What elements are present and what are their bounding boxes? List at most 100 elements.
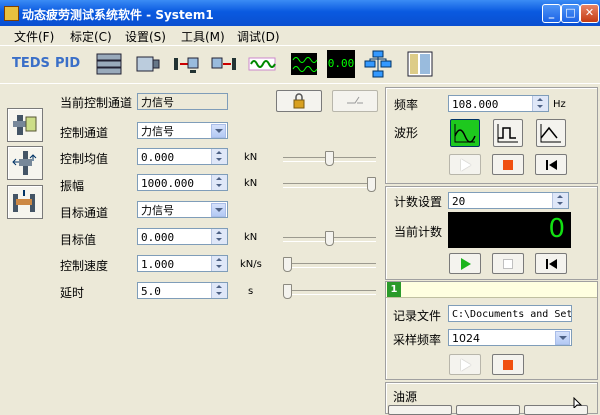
square-wave-icon bbox=[497, 124, 518, 143]
amplitude-input[interactable]: 1000.000 bbox=[137, 174, 228, 191]
slider-thumb[interactable] bbox=[367, 177, 376, 192]
square-wave-button[interactable] bbox=[493, 119, 523, 147]
count-setting-value: 20 bbox=[452, 195, 466, 208]
current-channel-value: 力信号 bbox=[141, 96, 174, 109]
menu-bar: 文件(F) 标定(C) 设置(S) 工具(M) 调试(D) bbox=[0, 26, 600, 45]
record-tab-strip: 1 bbox=[386, 282, 597, 298]
output-transfer-icon[interactable] bbox=[210, 50, 238, 78]
chevron-down-icon[interactable] bbox=[211, 203, 226, 217]
menu-file[interactable]: 文件(F) bbox=[14, 28, 54, 45]
chevron-down-icon[interactable] bbox=[211, 124, 226, 138]
record-file-input[interactable]: C:\Documents and Sett bbox=[448, 305, 572, 322]
control-mean-slider[interactable] bbox=[283, 151, 376, 166]
nav-hydraulic-button[interactable] bbox=[7, 108, 43, 142]
target-value-unit: kN bbox=[244, 232, 258, 243]
sample-rate-value: 1024 bbox=[452, 332, 480, 345]
pid-button[interactable]: PID bbox=[55, 56, 80, 71]
spinner-icon[interactable] bbox=[211, 149, 227, 164]
spinner-icon[interactable] bbox=[211, 283, 227, 298]
menu-tools[interactable]: 工具(M) bbox=[181, 28, 225, 45]
frequency-input[interactable]: 108.000 bbox=[448, 95, 549, 112]
minimize-button[interactable]: _ bbox=[542, 4, 561, 23]
spinner-icon[interactable] bbox=[211, 175, 227, 190]
switch-channel-button[interactable] bbox=[332, 90, 378, 112]
play-icon bbox=[461, 257, 471, 270]
count-stop-button[interactable] bbox=[492, 253, 524, 274]
control-channel-label: 控制通道 bbox=[60, 126, 109, 140]
layout-icon[interactable] bbox=[406, 50, 434, 78]
slider-thumb[interactable] bbox=[325, 231, 334, 246]
sine-wave-button[interactable] bbox=[450, 119, 480, 147]
target-value-slider[interactable] bbox=[283, 231, 376, 246]
wave-start-button[interactable] bbox=[449, 154, 481, 175]
oscilloscope-icon[interactable] bbox=[290, 50, 318, 78]
menu-calibrate[interactable]: 标定(C) bbox=[70, 28, 112, 45]
wave-stop-button[interactable] bbox=[492, 154, 524, 175]
control-channel-value: 力信号 bbox=[141, 125, 174, 138]
control-mean-input[interactable]: 0.000 bbox=[137, 148, 228, 165]
record-tab[interactable]: 1 bbox=[387, 282, 401, 297]
target-value-input[interactable]: 0.000 bbox=[137, 228, 228, 245]
record-start-button[interactable] bbox=[449, 354, 481, 375]
control-speed-slider[interactable] bbox=[283, 257, 376, 272]
lock-button[interactable] bbox=[276, 90, 322, 112]
switch-icon bbox=[347, 96, 363, 104]
maximize-button[interactable]: □ bbox=[561, 4, 580, 23]
rewind-icon bbox=[546, 258, 557, 269]
spinner-icon[interactable] bbox=[532, 96, 548, 111]
wave-reset-button[interactable] bbox=[535, 154, 567, 175]
oil-source-button-1[interactable] bbox=[388, 405, 452, 415]
spinner-icon[interactable] bbox=[552, 193, 568, 208]
control-mean-value: 0.000 bbox=[141, 151, 175, 164]
slider-thumb[interactable] bbox=[325, 151, 334, 166]
spinner-icon[interactable] bbox=[211, 229, 227, 244]
counter-panel: 计数设置 20 当前计数 0 bbox=[385, 186, 598, 280]
network-icon[interactable] bbox=[364, 50, 392, 78]
menu-debug[interactable]: 调试(D) bbox=[237, 28, 280, 45]
toolbar: TEDS PID 0.00 bbox=[0, 45, 600, 84]
control-speed-input[interactable]: 1.000 bbox=[137, 255, 228, 272]
digital-display-button[interactable]: 0.00 bbox=[327, 50, 355, 78]
amplitude-label: 振幅 bbox=[60, 179, 85, 193]
chevron-down-icon[interactable] bbox=[555, 331, 570, 345]
waveform-icon[interactable] bbox=[248, 50, 276, 78]
connector-icon[interactable] bbox=[134, 50, 162, 78]
control-channel-select[interactable]: 力信号 bbox=[137, 122, 228, 139]
target-channel-select[interactable]: 力信号 bbox=[137, 201, 228, 218]
lock-icon bbox=[293, 93, 305, 109]
count-reset-button[interactable] bbox=[535, 253, 567, 274]
delay-input[interactable]: 5.0 bbox=[137, 282, 228, 299]
slider-thumb[interactable] bbox=[283, 257, 292, 272]
mouse-cursor-icon bbox=[573, 397, 583, 408]
oil-source-button-2[interactable] bbox=[456, 405, 520, 415]
record-stop-button[interactable] bbox=[492, 354, 524, 375]
menu-settings[interactable]: 设置(S) bbox=[125, 28, 166, 45]
target-value-value: 0.000 bbox=[141, 231, 175, 244]
current-channel-label: 当前控制通道 bbox=[60, 96, 133, 110]
slider-thumb[interactable] bbox=[283, 284, 292, 299]
sample-rate-select[interactable]: 1024 bbox=[448, 329, 572, 346]
ramp-wave-button[interactable] bbox=[536, 119, 566, 147]
io-transfer-icon[interactable] bbox=[172, 50, 200, 78]
record-file-value: C:\Documents and Sett bbox=[452, 309, 572, 320]
frequency-value: 108.000 bbox=[452, 98, 499, 111]
spinner-icon[interactable] bbox=[211, 256, 227, 271]
close-button[interactable]: ✕ bbox=[580, 4, 599, 23]
stop-icon bbox=[503, 159, 513, 170]
delay-slider[interactable] bbox=[283, 284, 376, 299]
count-start-button[interactable] bbox=[449, 253, 481, 274]
oil-source-panel: 油源 bbox=[385, 382, 598, 415]
server-icon[interactable] bbox=[95, 50, 123, 78]
teds-button[interactable]: TEDS bbox=[12, 56, 50, 71]
sine-wave-icon bbox=[454, 124, 476, 143]
count-setting-input[interactable]: 20 bbox=[448, 192, 569, 209]
count-setting-label: 计数设置 bbox=[394, 195, 443, 209]
delay-label: 延时 bbox=[60, 286, 85, 300]
fixture-icon bbox=[13, 190, 35, 212]
nav-actuator-button[interactable] bbox=[7, 146, 43, 180]
control-speed-label: 控制速度 bbox=[60, 259, 109, 273]
waveform-label: 波形 bbox=[394, 126, 419, 140]
nav-fixture-button[interactable] bbox=[7, 185, 43, 219]
amplitude-slider[interactable] bbox=[283, 177, 376, 192]
frequency-unit: Hz bbox=[553, 99, 566, 110]
